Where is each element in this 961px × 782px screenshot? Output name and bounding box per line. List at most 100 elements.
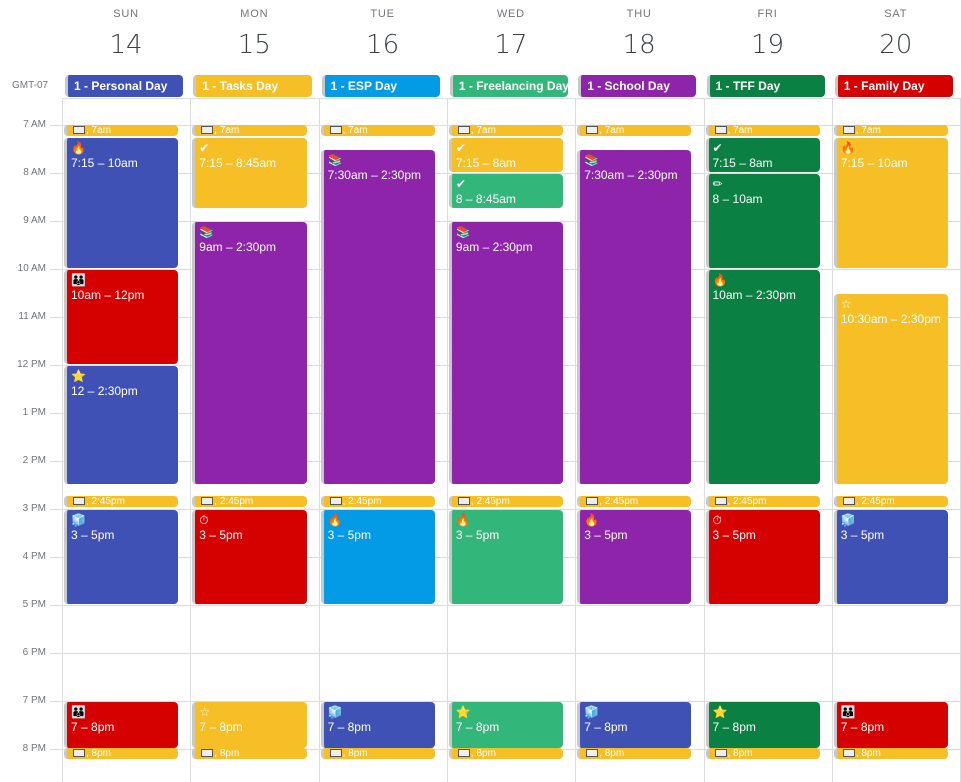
all-day-event[interactable]: 1 - Freelancing Day bbox=[449, 75, 569, 97]
calendar-event[interactable]: 📚 7:30am – 2:30pm bbox=[320, 150, 435, 484]
reminder-event[interactable]: , 2:45pm bbox=[833, 496, 949, 507]
calendar-event[interactable]: 🧊 3 – 5pm bbox=[833, 510, 949, 604]
calendar-event[interactable]: 🧊 3 – 5pm bbox=[64, 510, 179, 604]
envelope-icon bbox=[842, 126, 855, 135]
hour-label: 6 PM bbox=[22, 647, 46, 658]
books-icon: 📚 bbox=[327, 153, 343, 167]
day-column-divider bbox=[575, 98, 577, 782]
calendar-event[interactable]: 📚 9am – 2:30pm bbox=[448, 222, 564, 484]
event-time: 3 – 5pm bbox=[584, 528, 628, 542]
all-day-event[interactable]: 1 - Family Day bbox=[834, 75, 954, 97]
calendar-event[interactable]: ⭐ 7 – 8pm bbox=[448, 702, 564, 748]
calendar-event[interactable]: ✏ 8 – 10am bbox=[705, 174, 820, 268]
event-time: 7 – 8pm bbox=[712, 720, 756, 734]
reminder-event[interactable]: , 2:45pm bbox=[192, 496, 307, 507]
reminder-event[interactable]: , 7am bbox=[192, 125, 307, 136]
reminder-event[interactable]: , 2:45pm bbox=[448, 496, 564, 507]
star-icon: ⭐ bbox=[71, 369, 86, 383]
timezone-label: GMT-07 bbox=[12, 80, 49, 91]
event-time: 7:30am – 2:30pm bbox=[584, 168, 678, 182]
reminder-event[interactable]: , 8pm bbox=[320, 748, 435, 759]
calendar-event[interactable]: 🔥 7:15 – 10am bbox=[833, 138, 949, 268]
reminder-event[interactable]: , 8pm bbox=[705, 748, 820, 759]
event-time: 3 – 5pm bbox=[455, 528, 500, 542]
calendar-event[interactable]: 📚 9am – 2:30pm bbox=[192, 222, 307, 484]
event-time: 3 – 5pm bbox=[327, 528, 371, 542]
calendar-event[interactable]: ⏱ 3 – 5pm bbox=[705, 510, 820, 604]
reminder-event[interactable]: , 2:45pm bbox=[320, 496, 435, 507]
day-number[interactable]: 14 bbox=[62, 30, 190, 60]
calendar-event[interactable]: 🔥 10am – 2:30pm bbox=[705, 270, 820, 484]
hour-label: 2 PM bbox=[22, 455, 46, 466]
calendar-event[interactable]: 🔥 7:15 – 10am bbox=[64, 138, 179, 268]
calendar-event[interactable]: 👪 7 – 8pm bbox=[833, 702, 949, 748]
day-number[interactable]: 19 bbox=[704, 30, 832, 60]
reminder-event[interactable]: , 7am bbox=[577, 125, 692, 136]
reminder-time: , 2:45pm bbox=[214, 496, 254, 507]
star-outline-icon: ☆ bbox=[199, 705, 211, 719]
calendar-event[interactable]: ✔ 7:15 – 8:45am bbox=[192, 138, 307, 208]
reminder-event[interactable]: , 8pm bbox=[448, 748, 564, 759]
all-day-event[interactable]: 1 - Tasks Day bbox=[193, 75, 312, 97]
day-column-divider bbox=[318, 98, 320, 782]
ice-icon: 🧊 bbox=[71, 513, 86, 527]
day-of-week: SAT bbox=[884, 8, 908, 20]
family-icon: 👪 bbox=[71, 273, 86, 287]
fire-icon: 🔥 bbox=[455, 513, 471, 527]
calendar-event[interactable]: ⭐ 7 – 8pm bbox=[705, 702, 820, 748]
reminder-event[interactable]: , 7am bbox=[705, 125, 820, 136]
ice-icon: 🧊 bbox=[584, 705, 600, 719]
all-day-event[interactable]: 1 - School Day bbox=[578, 75, 697, 97]
event-time: 7:15 – 10am bbox=[71, 156, 138, 170]
reminder-event[interactable]: , 8pm bbox=[577, 748, 692, 759]
reminder-event[interactable]: , 8pm bbox=[833, 748, 949, 759]
day-of-week: FRI bbox=[757, 8, 778, 20]
reminder-event[interactable]: , 2:45pm bbox=[64, 496, 179, 507]
calendar-event[interactable]: 🔥 3 – 5pm bbox=[320, 510, 435, 604]
reminder-event[interactable]: , 7am bbox=[448, 125, 564, 136]
envelope-icon bbox=[201, 126, 214, 135]
day-number[interactable]: 18 bbox=[575, 30, 703, 60]
reminder-time: , 8pm bbox=[470, 748, 496, 759]
calendar-event[interactable]: ✔ 7:15 – 8am bbox=[448, 138, 564, 172]
reminder-event[interactable]: , 7am bbox=[320, 125, 435, 136]
day-number[interactable]: 17 bbox=[447, 30, 575, 60]
reminder-time: , 2:45pm bbox=[86, 496, 125, 507]
day-number[interactable]: 20 bbox=[832, 30, 960, 60]
reminder-event[interactable]: , 2:45pm bbox=[577, 496, 692, 507]
calendar-event[interactable]: 🧊 7 – 8pm bbox=[577, 702, 692, 748]
calendar-event[interactable]: 👪 7 – 8pm bbox=[64, 702, 179, 748]
hour-label: 8 AM bbox=[23, 167, 46, 178]
reminder-time: , 8pm bbox=[342, 748, 368, 759]
calendar-event[interactable]: ☆ 10:30am – 2:30pm bbox=[833, 294, 949, 484]
all-day-event[interactable]: 1 - Personal Day bbox=[65, 75, 184, 97]
day-column-divider bbox=[446, 98, 448, 782]
reminder-event[interactable]: , 8pm bbox=[192, 748, 307, 759]
all-day-event[interactable]: 1 - TFF Day bbox=[706, 75, 825, 97]
calendar-event[interactable]: 📚 7:30am – 2:30pm bbox=[577, 150, 692, 484]
calendar-event[interactable]: ☆ 7 – 8pm bbox=[192, 702, 307, 748]
check-icon: ✔ bbox=[455, 141, 466, 155]
calendar-event[interactable]: 🔥 3 – 5pm bbox=[448, 510, 564, 604]
event-time: 7:15 – 10am bbox=[840, 156, 908, 170]
reminder-event[interactable]: , 8pm bbox=[64, 748, 179, 759]
check-icon: ✔ bbox=[199, 141, 210, 155]
hour-label: 5 PM bbox=[22, 599, 46, 610]
event-time: 7 – 8pm bbox=[199, 720, 243, 734]
calendar-event[interactable]: ⭐ 12 – 2:30pm bbox=[64, 366, 179, 484]
envelope-icon bbox=[329, 126, 342, 135]
all-day-event[interactable]: 1 - ESP Day bbox=[321, 75, 440, 97]
calendar-event[interactable]: 👪 10am – 12pm bbox=[64, 270, 179, 364]
day-number[interactable]: 16 bbox=[319, 30, 447, 60]
reminder-event[interactable]: , 7am bbox=[833, 125, 949, 136]
calendar-event[interactable]: 🧊 7 – 8pm bbox=[320, 702, 435, 748]
reminder-time: , 7am bbox=[214, 125, 240, 136]
reminder-event[interactable]: , 7am bbox=[64, 125, 179, 136]
books-icon: 📚 bbox=[455, 225, 471, 239]
calendar-event[interactable]: ✔ 7:15 – 8am bbox=[705, 138, 820, 172]
day-number[interactable]: 15 bbox=[190, 30, 318, 60]
calendar-event[interactable]: 🔥 3 – 5pm bbox=[577, 510, 692, 604]
reminder-event[interactable]: , 2:45pm bbox=[705, 496, 820, 507]
calendar-event[interactable]: ✔ 8 – 8:45am bbox=[448, 174, 564, 208]
calendar-event[interactable]: ⏱ 3 – 5pm bbox=[192, 510, 307, 604]
